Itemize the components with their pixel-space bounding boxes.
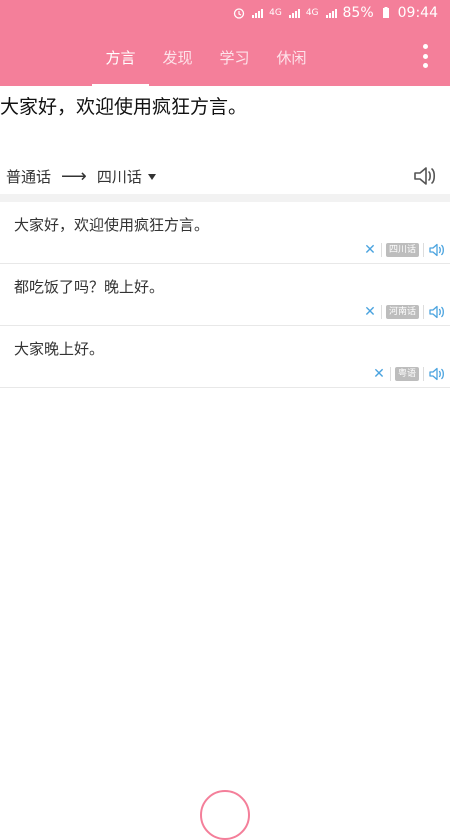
translation-input[interactable]: 大家好，欢迎使用疯狂方言。 <box>0 86 450 156</box>
target-language-label: 四川话 <box>96 167 142 186</box>
status-icons: 4G 4G 85% 09:44 <box>233 5 438 21</box>
divider <box>389 367 391 381</box>
record-button[interactable] <box>200 790 250 840</box>
signal-icon <box>288 9 300 18</box>
tab-discover[interactable]: 发现 <box>149 28 206 86</box>
history-text: 大家晚上好。 <box>14 340 105 358</box>
history-item[interactable]: 大家好，欢迎使用疯狂方言。 ✕ 四川话 <box>0 202 450 264</box>
divider <box>423 305 424 319</box>
history-actions: ✕ 河南话 <box>363 304 446 320</box>
dialect-badge: 河南话 <box>385 305 419 319</box>
status-bar: 4G 4G 85% 09:44 <box>0 0 450 28</box>
more-vertical-icon[interactable] <box>420 44 430 68</box>
input-text: 大家好，欢迎使用疯狂方言。 <box>0 96 248 118</box>
long-arrow-right-icon: ⟶ <box>61 165 87 187</box>
target-language-dropdown[interactable]: 四川话 <box>97 166 156 187</box>
network-label: 4G <box>269 8 282 18</box>
close-icon[interactable]: ✕ <box>372 367 386 381</box>
tab-leisure[interactable]: 休闲 <box>263 28 320 86</box>
history-item[interactable]: 都吃饭了吗？晚上好。 ✕ 河南话 <box>0 264 450 326</box>
divider <box>380 243 382 257</box>
speaker-icon[interactable] <box>428 366 446 382</box>
signal-icon <box>252 9 264 18</box>
speaker-icon[interactable] <box>412 164 438 188</box>
history-item[interactable]: 大家晚上好。 ✕ 粤语 <box>0 326 450 388</box>
battery-icon <box>382 7 389 18</box>
section-divider <box>0 194 450 202</box>
tab-learn[interactable]: 学习 <box>206 28 263 86</box>
network-label: 4G <box>305 8 319 18</box>
divider <box>423 367 424 381</box>
history-text: 都吃饭了吗？晚上好。 <box>14 278 165 296</box>
app-header: 方言 发现 学习 休闲 <box>0 28 450 86</box>
history-actions: ✕ 四川话 <box>363 242 446 258</box>
speaker-icon[interactable] <box>428 242 446 258</box>
speaker-icon[interactable] <box>428 304 446 320</box>
language-selector-bar: 普通话 ⟶ 四川话 <box>0 158 450 194</box>
signal-icon <box>325 9 337 18</box>
close-icon[interactable]: ✕ <box>363 243 377 257</box>
divider <box>380 305 382 319</box>
close-icon[interactable]: ✕ <box>363 305 377 319</box>
source-language[interactable]: 普通话 <box>6 166 51 187</box>
divider <box>423 243 424 257</box>
history-list: 大家好，欢迎使用疯狂方言。 ✕ 四川话 都吃饭了吗？晚上好。 ✕ 河南话 大家晚… <box>0 202 450 388</box>
battery-percent: 85% <box>342 5 374 21</box>
history-text: 大家好，欢迎使用疯狂方言。 <box>14 216 210 234</box>
dialect-badge: 四川话 <box>385 243 419 257</box>
alarm-icon <box>233 8 245 19</box>
clock: 09:44 <box>397 5 438 21</box>
dialect-badge: 粤语 <box>394 367 419 381</box>
history-actions: ✕ 粤语 <box>372 366 446 382</box>
tab-dialect[interactable]: 方言 <box>92 28 149 86</box>
caret-down-icon <box>147 174 156 180</box>
tab-bar: 方言 发现 学习 休闲 <box>92 28 320 86</box>
